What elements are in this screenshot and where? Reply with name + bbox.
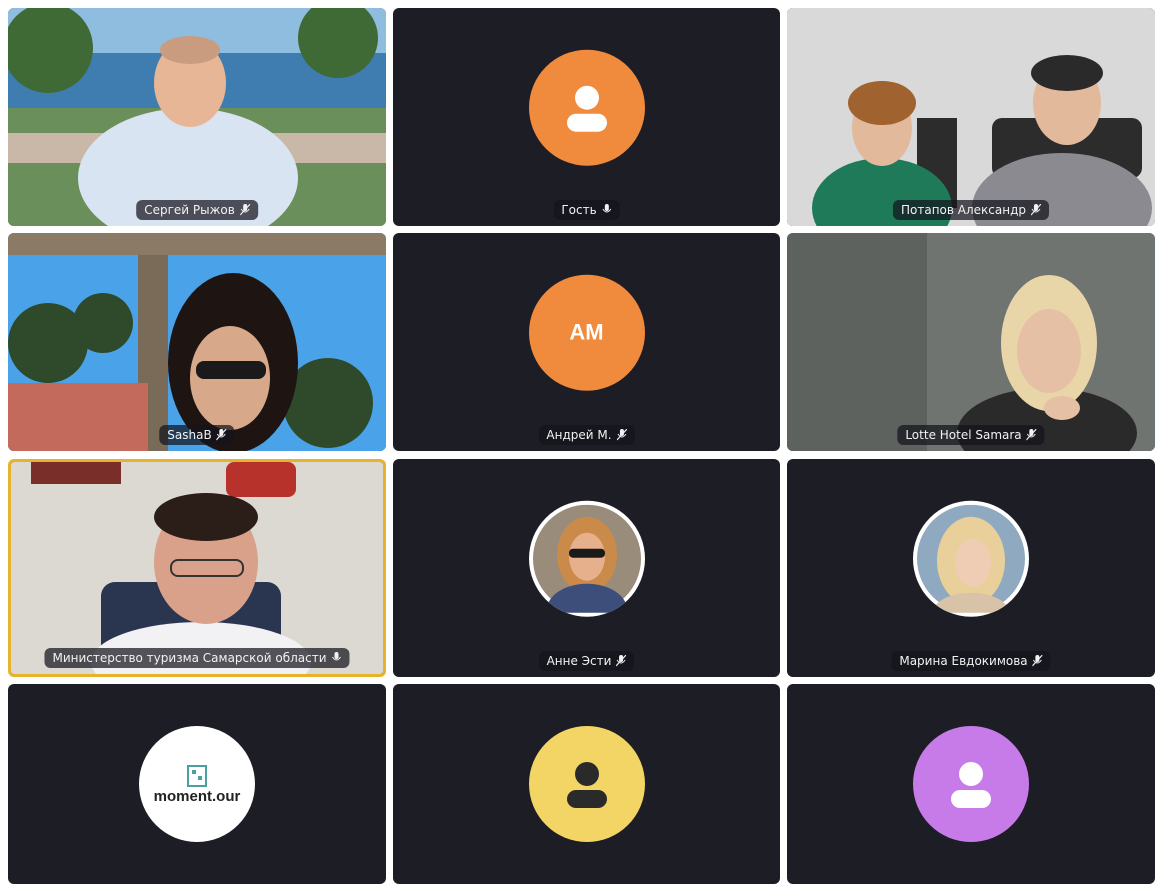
participant-name: Марина Евдокимова	[899, 654, 1028, 668]
avatar-photo	[532, 504, 641, 613]
user-avatar	[528, 49, 645, 166]
participant-video	[8, 233, 386, 451]
participant-video	[787, 233, 1155, 451]
participant-video	[8, 8, 386, 226]
participant-tile[interactable]: SashaB	[8, 233, 386, 451]
avatar-photo	[917, 504, 1025, 613]
participant-nametag: Анне Эсти	[538, 651, 635, 671]
participant-name: Министерство туризма Самарской области	[52, 651, 327, 665]
participant-tile-active-speaker[interactable]: Министерство туризма Самарской области	[8, 459, 386, 677]
person-icon	[566, 85, 607, 132]
mic-muted-icon	[239, 204, 250, 216]
participant-tile[interactable]	[393, 684, 780, 884]
participant-nametag: Гость	[553, 200, 620, 220]
participant-nametag: Министерство туризма Самарской области	[44, 648, 350, 668]
participant-tile[interactable]: Гость	[393, 8, 780, 226]
participant-name: Lotte Hotel Samara	[905, 428, 1022, 442]
participant-tile[interactable]: AM Андрей М.	[393, 233, 780, 451]
participant-nametag: Андрей М.	[538, 425, 635, 445]
participant-nametag: SashaB	[159, 425, 235, 445]
participant-name: SashaB	[167, 428, 212, 442]
participant-tile[interactable]: Потапов Александр	[787, 8, 1155, 226]
avatar-initials: AM	[569, 319, 604, 345]
participant-tile[interactable]: Lotte Hotel Samara	[787, 233, 1155, 451]
mic-muted-icon	[216, 429, 227, 441]
mic-muted-icon	[616, 429, 627, 441]
user-avatar-logo: moment.our	[139, 726, 255, 842]
participant-nametag: Марина Евдокимова	[891, 651, 1051, 671]
participant-video	[11, 462, 383, 674]
participant-nametag: Потапов Александр	[892, 200, 1050, 220]
participant-nametag: Lotte Hotel Samara	[897, 425, 1045, 445]
user-avatar-photo	[913, 500, 1029, 617]
participant-name: Андрей М.	[546, 428, 612, 442]
logo-icon	[186, 764, 207, 787]
person-icon	[566, 762, 607, 808]
user-avatar	[913, 726, 1029, 842]
user-avatar: AM	[528, 274, 645, 391]
participant-name: Анне Эсти	[546, 654, 612, 668]
participant-tile[interactable]: Сергей Рыжов	[8, 8, 386, 226]
participant-name: Сергей Рыжов	[144, 203, 235, 217]
logo-text: moment.our	[153, 787, 241, 805]
participant-tile[interactable]: moment.our	[8, 684, 386, 884]
user-avatar	[528, 726, 645, 842]
mic-muted-icon	[1031, 204, 1042, 216]
video-call-grid: Сергей Рыжов Гость Потапов Александр Sas…	[8, 8, 1155, 884]
participant-video	[787, 8, 1155, 226]
participant-tile[interactable]: Анне Эсти	[393, 459, 780, 677]
mic-muted-icon	[1032, 655, 1043, 667]
mic-icon	[602, 204, 612, 213]
mic-muted-icon	[616, 655, 627, 667]
participant-name: Гость	[561, 203, 597, 217]
participant-tile[interactable]: Марина Евдокимова	[787, 459, 1155, 677]
participant-tile[interactable]	[787, 684, 1155, 884]
mic-icon	[332, 652, 341, 661]
mic-muted-icon	[1026, 429, 1037, 441]
participant-nametag: Сергей Рыжов	[136, 200, 258, 220]
person-icon	[951, 762, 991, 808]
participant-name: Потапов Александр	[900, 203, 1027, 217]
user-avatar-photo	[528, 500, 645, 617]
